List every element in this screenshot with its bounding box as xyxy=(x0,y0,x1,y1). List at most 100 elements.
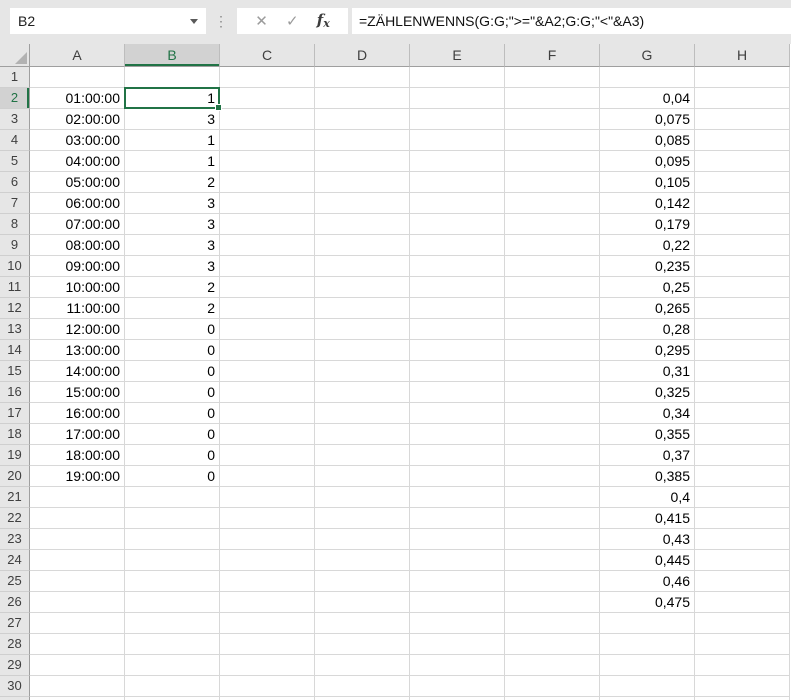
cell-D16[interactable] xyxy=(315,382,410,403)
cell-A21[interactable] xyxy=(30,487,125,508)
cell-H21[interactable] xyxy=(695,487,790,508)
cell-G8[interactable]: 0,179 xyxy=(600,214,695,235)
cell-H24[interactable] xyxy=(695,550,790,571)
cell-E22[interactable] xyxy=(410,508,505,529)
cell-D3[interactable] xyxy=(315,109,410,130)
row-header-10[interactable]: 10 xyxy=(0,256,30,277)
cell-D6[interactable] xyxy=(315,172,410,193)
cell-E6[interactable] xyxy=(410,172,505,193)
cell-B10[interactable]: 3 xyxy=(125,256,220,277)
cell-B30[interactable] xyxy=(125,676,220,697)
cell-E18[interactable] xyxy=(410,424,505,445)
cell-F10[interactable] xyxy=(505,256,600,277)
cell-H4[interactable] xyxy=(695,130,790,151)
cell-H5[interactable] xyxy=(695,151,790,172)
cell-H15[interactable] xyxy=(695,361,790,382)
cell-G1[interactable] xyxy=(600,67,695,88)
cell-B4[interactable]: 1 xyxy=(125,130,220,151)
name-box[interactable]: B2 xyxy=(10,8,206,34)
cell-C7[interactable] xyxy=(220,193,315,214)
cell-B26[interactable] xyxy=(125,592,220,613)
cell-D27[interactable] xyxy=(315,613,410,634)
cell-E2[interactable] xyxy=(410,88,505,109)
cell-D13[interactable] xyxy=(315,319,410,340)
cell-G7[interactable]: 0,142 xyxy=(600,193,695,214)
column-header-C[interactable]: C xyxy=(220,44,315,67)
cell-A1[interactable] xyxy=(30,67,125,88)
cell-G16[interactable]: 0,325 xyxy=(600,382,695,403)
cell-E25[interactable] xyxy=(410,571,505,592)
cell-C11[interactable] xyxy=(220,277,315,298)
cell-A27[interactable] xyxy=(30,613,125,634)
cell-C1[interactable] xyxy=(220,67,315,88)
cell-C23[interactable] xyxy=(220,529,315,550)
cell-B14[interactable]: 0 xyxy=(125,340,220,361)
cell-E30[interactable] xyxy=(410,676,505,697)
cell-A2[interactable]: 01:00:00 xyxy=(30,88,125,109)
row-header-23[interactable]: 23 xyxy=(0,529,30,550)
cell-C21[interactable] xyxy=(220,487,315,508)
cell-E27[interactable] xyxy=(410,613,505,634)
cell-A5[interactable]: 04:00:00 xyxy=(30,151,125,172)
cell-C10[interactable] xyxy=(220,256,315,277)
cell-E16[interactable] xyxy=(410,382,505,403)
row-header-21[interactable]: 21 xyxy=(0,487,30,508)
cell-E1[interactable] xyxy=(410,67,505,88)
cell-G9[interactable]: 0,22 xyxy=(600,235,695,256)
cell-D15[interactable] xyxy=(315,361,410,382)
cell-D2[interactable] xyxy=(315,88,410,109)
cell-H7[interactable] xyxy=(695,193,790,214)
cell-D23[interactable] xyxy=(315,529,410,550)
cell-F25[interactable] xyxy=(505,571,600,592)
formula-input[interactable]: =ZÄHLENWENNS(G:G;">="&A2;G:G;"<"&A3) xyxy=(352,8,791,34)
cell-H9[interactable] xyxy=(695,235,790,256)
cell-D24[interactable] xyxy=(315,550,410,571)
cell-B28[interactable] xyxy=(125,634,220,655)
cell-A8[interactable]: 07:00:00 xyxy=(30,214,125,235)
cell-H11[interactable] xyxy=(695,277,790,298)
cell-D11[interactable] xyxy=(315,277,410,298)
column-header-A[interactable]: A xyxy=(30,44,125,67)
cell-E24[interactable] xyxy=(410,550,505,571)
cell-B23[interactable] xyxy=(125,529,220,550)
row-header-18[interactable]: 18 xyxy=(0,424,30,445)
cell-C18[interactable] xyxy=(220,424,315,445)
cell-D8[interactable] xyxy=(315,214,410,235)
cell-A11[interactable]: 10:00:00 xyxy=(30,277,125,298)
cell-B1[interactable] xyxy=(125,67,220,88)
cell-E3[interactable] xyxy=(410,109,505,130)
cell-C15[interactable] xyxy=(220,361,315,382)
cell-B15[interactable]: 0 xyxy=(125,361,220,382)
cell-C4[interactable] xyxy=(220,130,315,151)
row-header-13[interactable]: 13 xyxy=(0,319,30,340)
cell-A14[interactable]: 13:00:00 xyxy=(30,340,125,361)
cell-B6[interactable]: 2 xyxy=(125,172,220,193)
cell-A19[interactable]: 18:00:00 xyxy=(30,445,125,466)
cell-F19[interactable] xyxy=(505,445,600,466)
cell-G24[interactable]: 0,445 xyxy=(600,550,695,571)
cell-G19[interactable]: 0,37 xyxy=(600,445,695,466)
row-header-19[interactable]: 19 xyxy=(0,445,30,466)
cell-E11[interactable] xyxy=(410,277,505,298)
cell-F5[interactable] xyxy=(505,151,600,172)
cell-E19[interactable] xyxy=(410,445,505,466)
cell-F2[interactable] xyxy=(505,88,600,109)
cell-F26[interactable] xyxy=(505,592,600,613)
cell-B13[interactable]: 0 xyxy=(125,319,220,340)
cell-E7[interactable] xyxy=(410,193,505,214)
cell-D29[interactable] xyxy=(315,655,410,676)
cell-F8[interactable] xyxy=(505,214,600,235)
cell-B29[interactable] xyxy=(125,655,220,676)
cell-B27[interactable] xyxy=(125,613,220,634)
cell-F23[interactable] xyxy=(505,529,600,550)
cell-H2[interactable] xyxy=(695,88,790,109)
cell-G20[interactable]: 0,385 xyxy=(600,466,695,487)
cell-F12[interactable] xyxy=(505,298,600,319)
cell-E20[interactable] xyxy=(410,466,505,487)
row-header-11[interactable]: 11 xyxy=(0,277,30,298)
cell-D20[interactable] xyxy=(315,466,410,487)
cell-F7[interactable] xyxy=(505,193,600,214)
cell-G29[interactable] xyxy=(600,655,695,676)
cell-E29[interactable] xyxy=(410,655,505,676)
row-header-5[interactable]: 5 xyxy=(0,151,30,172)
